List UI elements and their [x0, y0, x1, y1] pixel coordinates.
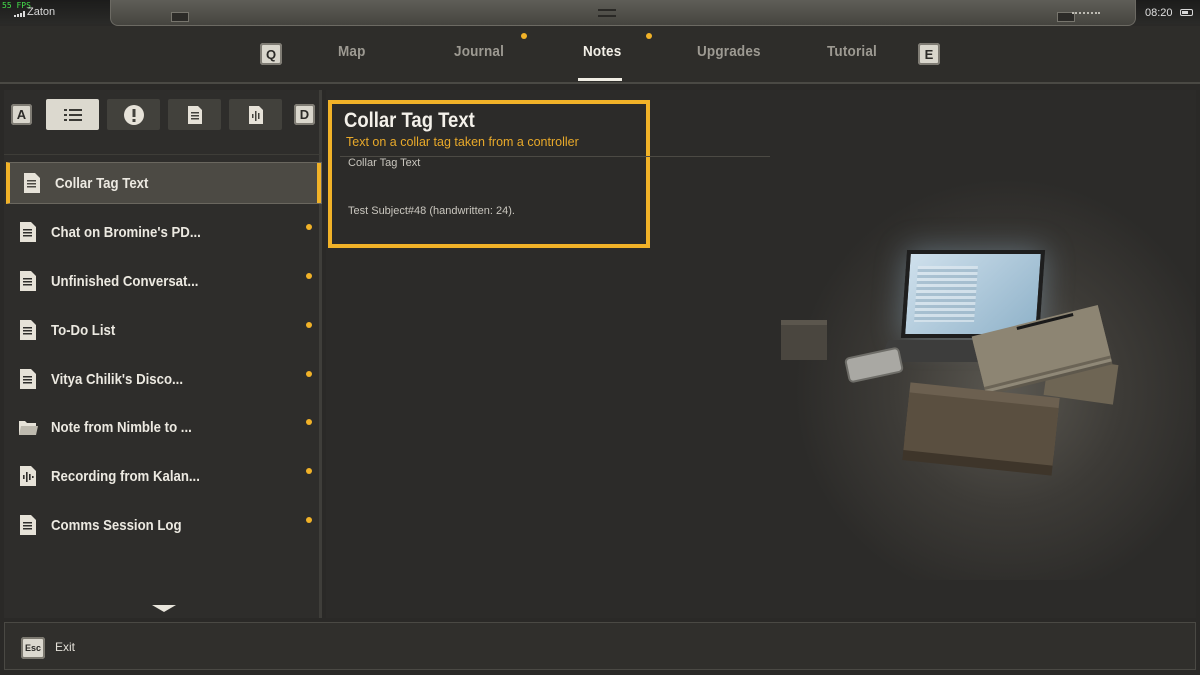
note-item-recording-kalan[interactable]: Recording from Kalan... [6, 455, 322, 497]
document-icon [20, 222, 36, 242]
filter-important-button[interactable] [107, 99, 160, 130]
note-item-label: Recording from Kalan... [51, 467, 200, 485]
location-label: Zaton [27, 6, 56, 18]
note-item-label: Comms Session Log [51, 516, 182, 534]
journal-notification-dot [521, 33, 527, 39]
upgrades-notification-dot [646, 33, 652, 39]
tab-journal[interactable]: Journal [454, 43, 504, 60]
tab-notes[interactable]: Notes [583, 43, 621, 60]
frame-slot [171, 12, 189, 22]
note-item-comms-session-log[interactable]: Comms Session Log [6, 504, 322, 546]
filter-audio-button[interactable] [229, 99, 282, 130]
unread-dot [306, 371, 312, 377]
prev-filter-key[interactable]: A [11, 104, 32, 125]
exit-button[interactable]: Exit [55, 640, 75, 654]
document-icon [24, 173, 40, 193]
esc-key[interactable]: Esc [21, 637, 45, 659]
audio-document-icon [20, 466, 36, 486]
list-divider [4, 154, 322, 155]
tab-map[interactable]: Map [338, 43, 366, 60]
unread-dot [306, 224, 312, 230]
next-tab-key[interactable]: E [918, 43, 940, 65]
note-item-vitya-chilik[interactable]: Vitya Chilik's Disco... [6, 358, 322, 400]
note-item-label: Unfinished Conversat... [51, 272, 199, 290]
illustration-books [903, 392, 1059, 466]
signal-icon [14, 11, 25, 17]
folder-icon [19, 421, 38, 435]
unread-dot [306, 468, 312, 474]
note-item-label: Vitya Chilik's Disco... [51, 370, 184, 388]
note-item-label: To-Do List [51, 321, 116, 339]
unread-dot [306, 517, 312, 523]
battery-icon [1180, 9, 1193, 16]
illustration-phone [843, 346, 905, 384]
clock: 08:20 [1145, 7, 1173, 19]
note-subtitle: Text on a collar tag taken from a contro… [346, 135, 579, 149]
note-item-chat-bromine[interactable]: Chat on Bromine's PD... [6, 211, 322, 253]
document-icon [20, 369, 36, 389]
note-illustration [776, 160, 1196, 580]
illustration-radio [781, 320, 827, 360]
document-icon [20, 320, 36, 340]
note-item-collar-tag-text[interactable]: Collar Tag Text [6, 162, 322, 204]
audio-document-icon [248, 105, 263, 124]
note-title: Collar Tag Text [344, 109, 475, 132]
status-bar: 55 FPS Zaton 08:20 [0, 0, 1200, 26]
tab-upgrades[interactable]: Upgrades [697, 43, 761, 60]
note-item-note-from-nimble[interactable]: Note from Nimble to ... [6, 406, 322, 448]
footer-bar: Esc Exit [4, 622, 1196, 670]
note-item-unfinished-conversation[interactable]: Unfinished Conversat... [6, 260, 322, 302]
note-item-label: Collar Tag Text [55, 174, 149, 192]
filter-all-button[interactable] [46, 99, 99, 130]
document-icon [187, 105, 202, 124]
note-body-text: Test Subject#48 (handwritten: 24). [348, 205, 515, 217]
exclamation-icon [123, 104, 144, 125]
unread-dot [306, 273, 312, 279]
note-item-to-do-list[interactable]: To-Do List [6, 309, 322, 351]
notes-list-panel: A D Collar Tag Text Chat on Bromine's PD… [4, 90, 322, 618]
tab-tutorial[interactable]: Tutorial [827, 43, 877, 60]
frame-handle-icon [598, 9, 616, 17]
note-item-label: Note from Nimble to ... [51, 418, 192, 436]
list-icon [63, 108, 82, 121]
device-frame [110, 0, 1136, 26]
unread-dot [306, 419, 312, 425]
next-filter-key[interactable]: D [294, 104, 315, 125]
note-body-heading: Collar Tag Text [348, 157, 421, 169]
document-icon [20, 515, 36, 535]
document-icon [20, 271, 36, 291]
note-item-label: Chat on Bromine's PD... [51, 223, 201, 241]
signal-strength-dots-icon [1072, 12, 1100, 14]
scroll-down-arrow-icon[interactable] [152, 605, 176, 612]
active-tab-indicator [578, 78, 622, 81]
filter-documents-button[interactable] [168, 99, 221, 130]
tab-bar: Q Map Journal Notes Upgrades Tutorial E [0, 26, 1200, 84]
prev-tab-key[interactable]: Q [260, 43, 282, 65]
note-detail-panel: Collar Tag Text Text on a collar tag tak… [326, 90, 1196, 618]
unread-dot [306, 322, 312, 328]
